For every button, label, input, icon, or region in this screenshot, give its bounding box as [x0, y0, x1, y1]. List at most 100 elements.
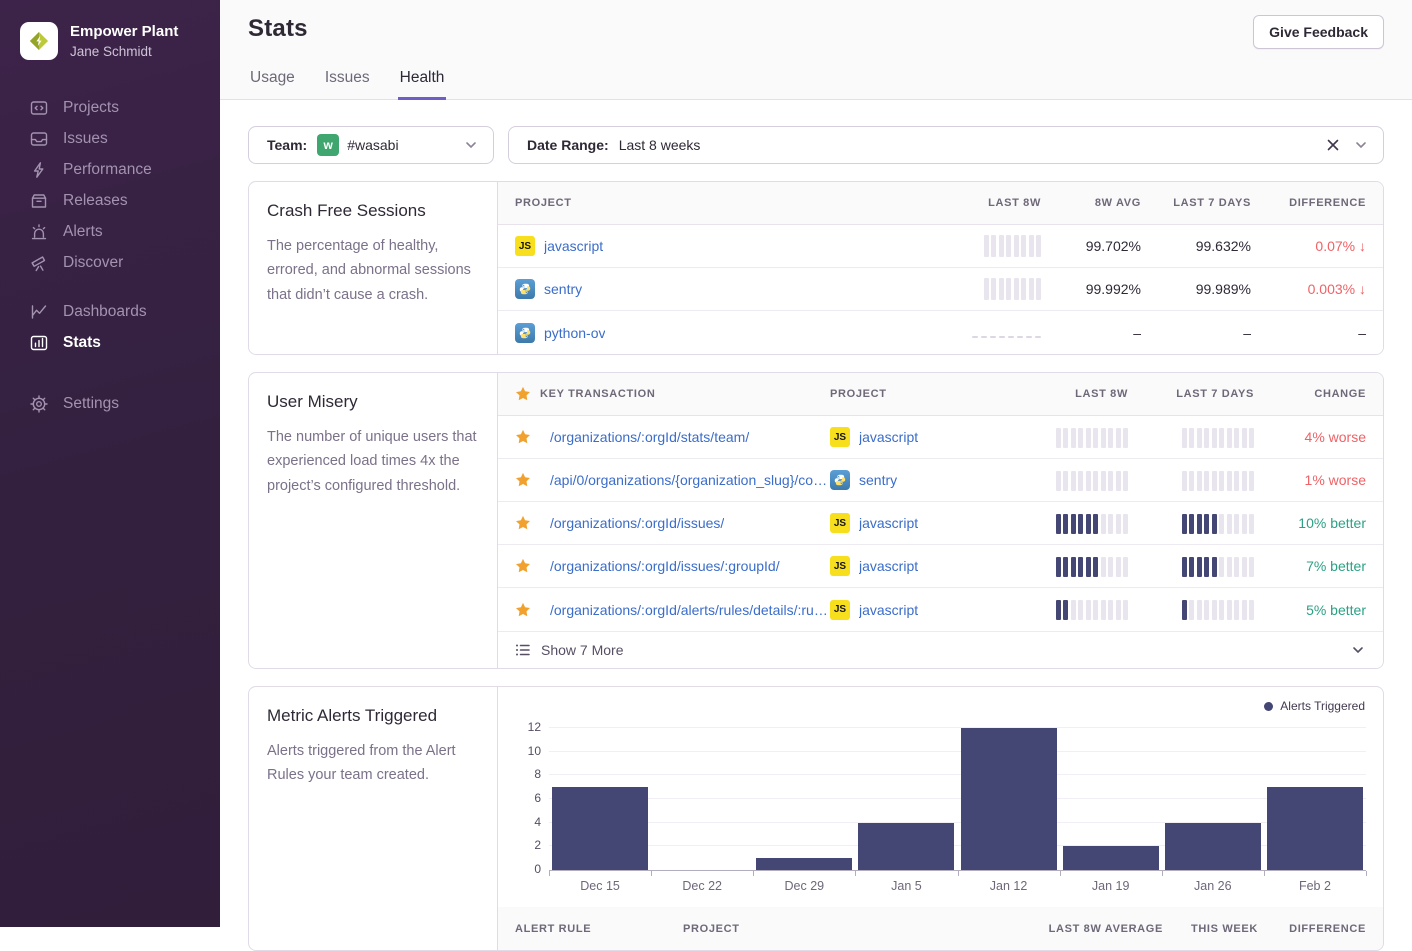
spark-bar [984, 235, 989, 257]
sparkline-cell [1056, 596, 1129, 623]
python-icon [515, 323, 535, 343]
project-link[interactable]: javascript [859, 429, 918, 445]
org-switcher[interactable]: Empower Plant Jane Schmidt [0, 0, 220, 60]
avg-8w-value: 99.992% [1086, 281, 1141, 297]
sidebar-item-stats[interactable]: Stats [0, 327, 220, 358]
spark-bar [1056, 514, 1061, 534]
sidebar-item-projects[interactable]: Projects [0, 92, 220, 123]
star-icon[interactable] [515, 472, 531, 488]
team-selector[interactable]: Team: W #wasabi [248, 126, 494, 164]
spark-bar [1108, 471, 1113, 491]
spark-bar [1249, 514, 1254, 534]
column-header: LAST 7 DAYS [1176, 388, 1254, 400]
sidebar-item-performance[interactable]: Performance [0, 154, 220, 185]
team-label: Team: [267, 137, 307, 153]
sparkline [972, 330, 1041, 338]
project-link[interactable]: javascript [859, 558, 918, 574]
column-header: PROJECT [683, 923, 975, 935]
spark-bar [1219, 600, 1224, 620]
sparkline [1056, 510, 1129, 534]
javascript-icon: JS [830, 600, 850, 620]
tab-usage[interactable]: Usage [248, 67, 297, 100]
spark-bar [1182, 514, 1187, 534]
date-range-selector[interactable]: Date Range: Last 8 weeks [508, 126, 1384, 164]
change-value: 7% better [1306, 558, 1366, 574]
project-link[interactable]: sentry [544, 281, 582, 297]
python-icon [830, 470, 850, 490]
spark-bar [1212, 557, 1217, 577]
releases-icon [30, 192, 48, 210]
date-range-label: Date Range: [527, 137, 609, 153]
team-avatar: W [317, 134, 339, 156]
chart-bar-slot [549, 729, 651, 870]
spark-bar [1116, 600, 1121, 620]
spark-bar [1078, 514, 1083, 534]
team-value: #wasabi [347, 137, 398, 153]
tab-health[interactable]: Health [398, 67, 447, 100]
legend-item[interactable]: Alerts Triggered [1264, 699, 1365, 713]
transaction-link[interactable]: /organizations/:orgId/alerts/rules/detai… [550, 602, 830, 618]
column-header: THIS WEEK [1191, 923, 1258, 935]
spark-bar [1093, 471, 1098, 491]
project-link[interactable]: javascript [859, 602, 918, 618]
spark-bar [1227, 514, 1232, 534]
spark-bar [1189, 471, 1194, 491]
project-link[interactable]: javascript [859, 515, 918, 531]
sidebar-item-releases[interactable]: Releases [0, 185, 220, 216]
panel-description-text: The percentage of healthy, errored, and … [267, 234, 479, 307]
sidebar-item-settings[interactable]: Settings [0, 388, 220, 419]
sidebar-item-alerts[interactable]: Alerts [0, 216, 220, 247]
sidebar: Empower Plant Jane Schmidt ProjectsIssue… [0, 0, 220, 927]
sidebar-item-discover[interactable]: Discover [0, 247, 220, 278]
sidebar-item-dashboards[interactable]: Dashboards [0, 296, 220, 327]
x-axis-tick-label: Dec 29 [753, 879, 855, 893]
star-icon[interactable] [515, 515, 531, 531]
show-more-button[interactable]: Show 7 More [498, 631, 1383, 668]
transaction-link[interactable]: /api/0/organizations/{organization_slug}… [550, 472, 830, 488]
chart-gridline [549, 727, 1366, 728]
spark-bar [1219, 471, 1224, 491]
spark-bar [1086, 471, 1091, 491]
legend-label: Alerts Triggered [1280, 699, 1365, 713]
spark-bar [1093, 600, 1098, 620]
spark-bar [999, 235, 1004, 257]
transaction-link[interactable]: /organizations/:orgId/issues/:groupId/ [550, 558, 780, 574]
give-feedback-button[interactable]: Give Feedback [1253, 15, 1384, 49]
spark-bar [1197, 557, 1202, 577]
y-axis-tick-label: 10 [509, 744, 541, 758]
sidebar-item-issues[interactable]: Issues [0, 123, 220, 154]
star-icon[interactable] [515, 558, 531, 574]
sparkline-cell [1056, 553, 1129, 580]
x-axis-tick [1060, 871, 1061, 876]
tab-issues[interactable]: Issues [323, 67, 372, 100]
spark-bar [1249, 557, 1254, 577]
spark-bar [1242, 514, 1247, 534]
transaction-link[interactable]: /organizations/:orgId/issues/ [550, 515, 724, 531]
spark-bar [1086, 428, 1091, 448]
x-axis-tick-label: Jan 5 [855, 879, 957, 893]
x-axis-tick-label: Jan 19 [1060, 879, 1162, 893]
spark-bar [1078, 471, 1083, 491]
bar-chart-plot: 024681012 [549, 729, 1366, 871]
page-title: Stats [248, 15, 308, 43]
spark-bar [1204, 557, 1209, 577]
star-icon[interactable] [515, 429, 531, 445]
sparkline [1056, 424, 1129, 448]
sparkline-cell [1182, 596, 1255, 623]
project-link[interactable]: javascript [544, 238, 603, 254]
spark-bar [1063, 600, 1068, 620]
chart-bars [549, 729, 1366, 870]
spark-bar [1071, 600, 1076, 620]
sidebar-item-label: Alerts [63, 223, 103, 241]
transaction-link[interactable]: /organizations/:orgId/stats/team/ [550, 429, 749, 445]
spark-bar [1234, 471, 1239, 491]
project-link[interactable]: python-ov [544, 325, 605, 341]
clear-date-icon[interactable] [1325, 137, 1341, 153]
spark-bar [1123, 428, 1128, 448]
star-icon[interactable] [515, 602, 531, 618]
python-icon [515, 279, 535, 299]
spark-bar [1056, 557, 1061, 577]
javascript-icon: JS [830, 556, 850, 576]
project-link[interactable]: sentry [859, 472, 897, 488]
avg-8w-value: – [1133, 325, 1141, 341]
